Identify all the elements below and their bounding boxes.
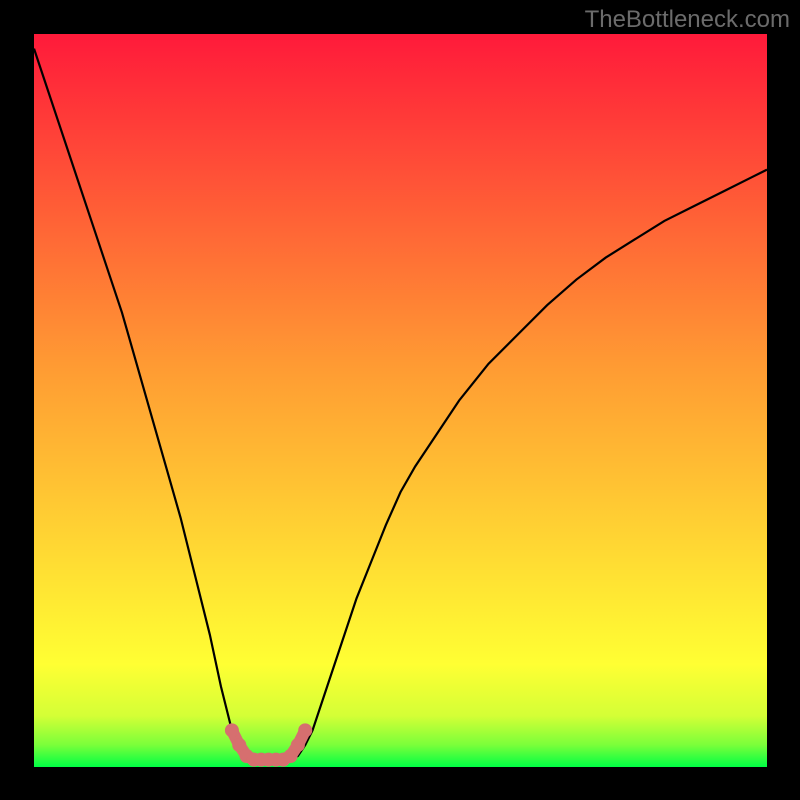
plot-background [34,34,767,767]
marker-dot [225,723,239,737]
attribution-text: TheBottleneck.com [585,6,790,34]
marker-dot [291,738,305,752]
marker-dot [298,723,312,737]
bottleneck-chart [0,0,800,800]
